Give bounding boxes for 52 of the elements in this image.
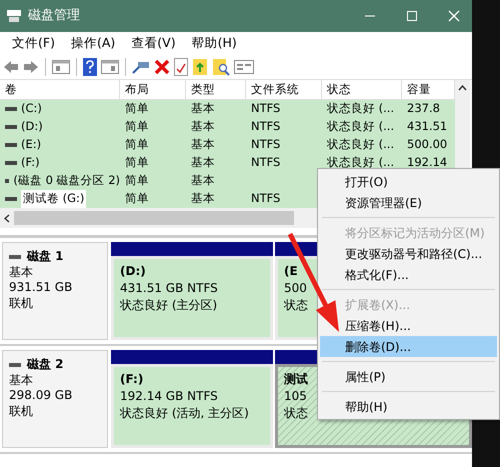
partition-label: (E [284,263,298,280]
table-cell-text: (F:) [21,154,40,172]
partition-size: 192.14 GB NTFS [120,388,218,405]
table-cell-text: 基本 [191,118,215,136]
disk-type: 基本 [9,264,34,280]
table-cell-text: 192.14 [407,154,448,172]
disk-status: 联机 [9,404,34,420]
partition-status: 状态 [284,296,308,314]
table-cell-text: 简单 [125,118,149,136]
table-cell-text: 状态良好 (... [327,136,394,154]
partition-label: (F:) [120,371,144,388]
table-cell-text: 基本 [191,172,215,190]
disk-status: 联机 [9,296,34,312]
partition-label: 测试 [284,371,308,388]
table-cell-text: 基本 [191,136,215,154]
table-cell-text: 简单 [125,136,149,154]
table-cell-text: 状态良好 (... [327,118,394,136]
table-cell-text: (E:) [21,136,42,154]
table-cell-text: (D:) [21,118,43,136]
table-cell-text: NTFS [251,100,280,118]
table-cell-text: (磁盘 0 磁盘分区 2) [13,172,120,190]
table-cell-text: 简单 [125,190,149,208]
disk-size: 298.09 GB [9,388,74,404]
table-cell-text: 简单 [125,100,149,118]
table-cell-text: 237.8 [407,100,440,118]
table-cell-text: NTFS [251,136,280,154]
table-cell-text: NTFS [251,190,280,208]
table-cell-text: 简单 [125,172,149,190]
table-cell-text: NTFS [251,154,280,172]
partition-size: 431.51 GB NTFS [120,280,218,297]
table-cell-text: 431.51 [407,118,448,136]
table-cell-text: 状态良好 (... [327,100,394,118]
table-cell-text: 状态良好 (... [327,154,394,172]
partition-status: 状态良好 (活动, 主分区) [120,404,249,422]
partition-status: 状态 [284,404,308,422]
disk-name: 磁盘 2 [27,357,64,373]
partition-size: 105 [284,388,307,405]
table-cell-text: 基本 [191,100,215,118]
table-cell-text: (C:) [21,100,42,118]
disk-name: 磁盘 1 [27,249,64,265]
table-cell-text: 500.00 [407,136,448,154]
table-cell-text: 基本 [191,190,215,208]
disk-type: 基本 [9,372,34,388]
table-cell-text: 简单 [125,154,149,172]
partition-status: 状态良好 (主分区) [120,296,218,314]
partition-label: (D:) [120,263,146,280]
table-cell: 测试卷 (G:) [21,190,86,208]
disk-size: 931.51 GB [9,280,74,296]
partition-size: 500 [284,280,307,297]
table-cell-text: NTFS [251,118,280,136]
table-cell-text: 基本 [191,154,215,172]
window-title: 磁盘管理 [28,7,81,26]
